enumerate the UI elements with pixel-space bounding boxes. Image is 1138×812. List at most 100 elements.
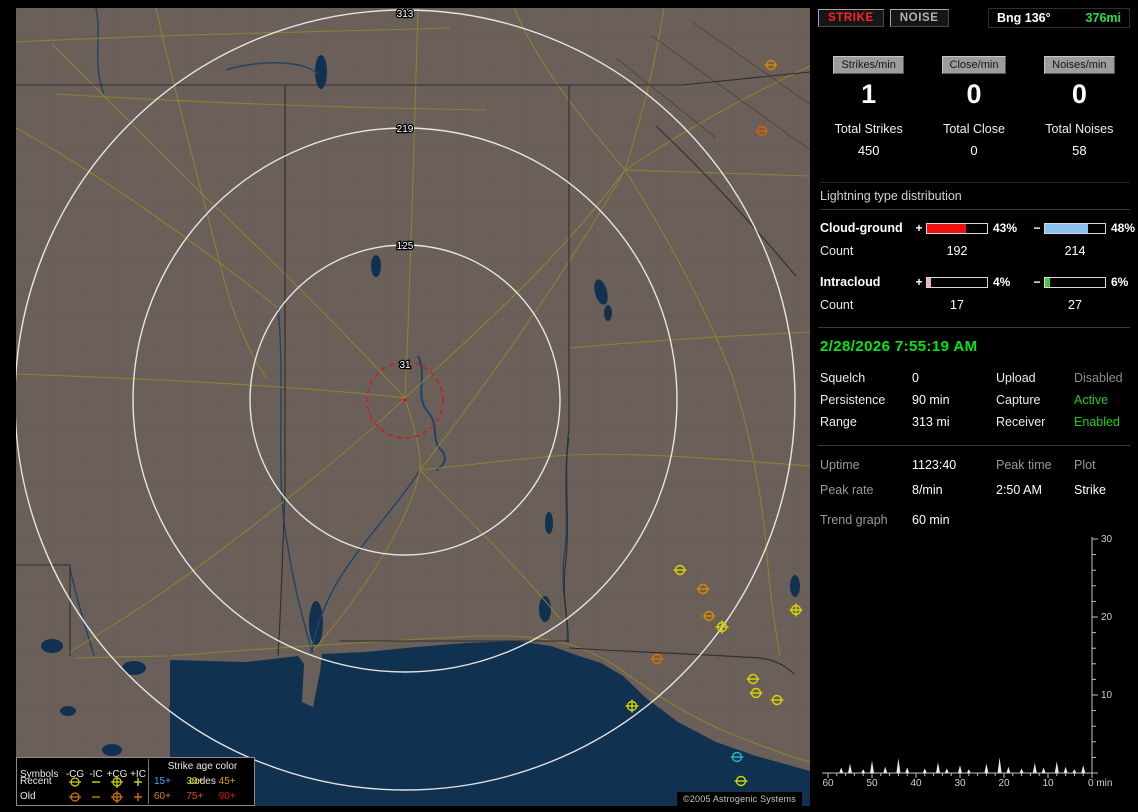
detector-location <box>403 398 407 402</box>
persistence-value: 90 min <box>912 393 950 407</box>
total-noises-value: 58 <box>1072 143 1087 158</box>
cg-neg-pct: 48% <box>1111 221 1136 235</box>
legend-header-row: Symbols -CG -IC +CG +IC Strike age color… <box>20 759 251 789</box>
age-code: 15+ <box>154 776 171 787</box>
total-strikes-value: 450 <box>857 143 880 158</box>
counter-noises: Noises/min 0 Total Noises 58 <box>1029 56 1130 158</box>
bearing-distance: 376mi <box>1085 11 1121 25</box>
trend-graph-label: Trend graph <box>820 513 888 527</box>
total-strikes-label: Total Strikes <box>834 122 903 136</box>
intracloud-count-row: Count 17 27 <box>818 298 1130 312</box>
legend-recent-label: Recent <box>20 776 52 787</box>
ic-neg-bar <box>1044 276 1106 288</box>
strikes-per-min-chip[interactable]: Strikes/min <box>833 56 904 74</box>
cg-pos-bar <box>926 222 988 234</box>
peak-rate-label: Peak rate <box>820 483 874 497</box>
svg-text:60: 60 <box>822 778 834 789</box>
count-label: Count <box>820 244 854 258</box>
capture-status: Active <box>1074 393 1109 407</box>
counter-strikes: Strikes/min 1 Total Strikes 450 <box>818 56 919 158</box>
svg-text:40: 40 <box>910 778 922 789</box>
squelch-label: Squelch <box>820 371 866 385</box>
ic-pos-bar <box>926 276 988 288</box>
persistence-label: Persistence <box>820 393 886 407</box>
noises-per-min-chip[interactable]: Noises/min <box>1044 56 1115 74</box>
age-code: 30+ <box>186 776 204 787</box>
total-close-label: Total Close <box>943 122 1005 136</box>
svg-text:10: 10 <box>1101 690 1113 701</box>
noise-mode-button[interactable]: NOISE <box>889 9 949 27</box>
strike-map[interactable]: 313 219 125 31 Symbols -CG -IC +CG +IC S… <box>16 8 810 806</box>
legend-recent-ages: 15+ 30+ 45+ <box>148 774 251 789</box>
legend-recent-row: Recent 15+ 30+ 45+ <box>20 774 251 789</box>
legend-old-label: Old <box>20 791 36 802</box>
age-code: 75+ <box>186 791 204 802</box>
ring-label-313: 313 <box>397 9 414 20</box>
count-label: Count <box>820 298 854 312</box>
trend-ticks: 10 20 30 40 50 60 0 min 10 20 30 <box>822 534 1112 789</box>
svg-text:30: 30 <box>954 778 966 789</box>
ic-pos-count: 17 <box>950 298 964 312</box>
legend-old-row: Old 60+ 75+ 90+ <box>20 789 251 804</box>
svg-text:0 min: 0 min <box>1088 778 1112 789</box>
cloud-ground-row: Cloud-ground + 43% − 48% <box>818 221 1135 235</box>
trend-spikes <box>839 757 1086 773</box>
noises-per-min-value: 0 <box>1071 79 1087 109</box>
intracloud-label: Intracloud <box>820 275 881 289</box>
cloud-ground-label: Cloud-ground <box>820 221 903 235</box>
ic-pos-pct: 4% <box>993 275 1011 289</box>
map-legend: Symbols -CG -IC +CG +IC Strike age color… <box>16 757 255 806</box>
cloud-ground-count-row: Count 192 214 <box>818 244 1130 258</box>
current-datetime: 2/28/2026 7:55:19 AM <box>820 338 978 355</box>
cg-pos-icon <box>106 790 128 803</box>
age-code: 45+ <box>218 776 236 787</box>
plot-label: Plot <box>1074 458 1096 472</box>
cg-neg-icon <box>64 791 86 803</box>
upload-status: Disabled <box>1074 371 1123 385</box>
strikes-per-min-value: 1 <box>861 79 877 109</box>
app-window: 313 219 125 31 Symbols -CG -IC +CG +IC S… <box>0 0 1138 812</box>
plot-value: Strike <box>1074 483 1106 497</box>
ic-neg-icon <box>86 776 106 788</box>
age-code: 60+ <box>154 791 171 802</box>
upload-label: Upload <box>996 371 1036 385</box>
legend-old-ages: 60+ 75+ 90+ <box>148 789 251 804</box>
cg-pos-icon <box>106 775 128 788</box>
distribution-title: Lightning type distribution <box>820 182 1130 210</box>
trend-graph: 10 20 30 40 50 60 0 min 10 20 30 <box>822 534 1113 789</box>
total-noises-label: Total Noises <box>1045 122 1114 136</box>
peak-rate-value: 8/min <box>912 483 943 497</box>
cg-neg-bar <box>1044 222 1106 234</box>
datetime-section: 2/28/2026 7:55:19 AM <box>818 327 1130 357</box>
ic-neg-pct: 6% <box>1111 275 1129 289</box>
uptime-value: 1123:40 <box>912 458 957 472</box>
settings-grid: Squelch 0 Upload Disabled Persistence 90… <box>818 371 1130 429</box>
range-value: 313 mi <box>912 415 950 429</box>
plus-sign: + <box>915 221 923 235</box>
ring-label-125: 125 <box>397 241 414 252</box>
ring-label-219: 219 <box>397 124 414 135</box>
minus-sign: − <box>1033 275 1041 289</box>
close-per-min-chip[interactable]: Close/min <box>941 56 1007 74</box>
capture-label: Capture <box>996 393 1041 407</box>
cg-neg-icon <box>64 776 86 788</box>
cg-neg-count: 214 <box>1064 244 1086 258</box>
map-canvas: 313 219 125 31 <box>16 8 810 806</box>
cg-pos-pct: 43% <box>993 221 1018 235</box>
peak-time-label: Peak time <box>996 458 1052 472</box>
close-per-min-value: 0 <box>966 79 982 109</box>
strike-mode-button[interactable]: STRIKE <box>818 9 884 27</box>
copyright: ©2005 Astrogenic Systems <box>677 792 802 806</box>
ic-neg-icon <box>86 791 106 803</box>
svg-text:30: 30 <box>1101 534 1113 545</box>
mode-toolbar: STRIKE NOISE Bng 136° 376mi <box>818 8 1130 28</box>
range-label: Range <box>820 415 857 429</box>
ic-pos-icon <box>128 791 148 803</box>
uptime-label: Uptime <box>820 458 860 472</box>
squelch-value: 0 <box>912 371 919 385</box>
ring-label-31: 31 <box>399 360 411 371</box>
peak-time-value: 2:50 AM <box>996 483 1042 497</box>
bearing-label: Bng 136° <box>997 11 1051 25</box>
svg-text:50: 50 <box>866 778 878 789</box>
trend-label-row: Trend graph 60 min <box>818 513 1130 527</box>
